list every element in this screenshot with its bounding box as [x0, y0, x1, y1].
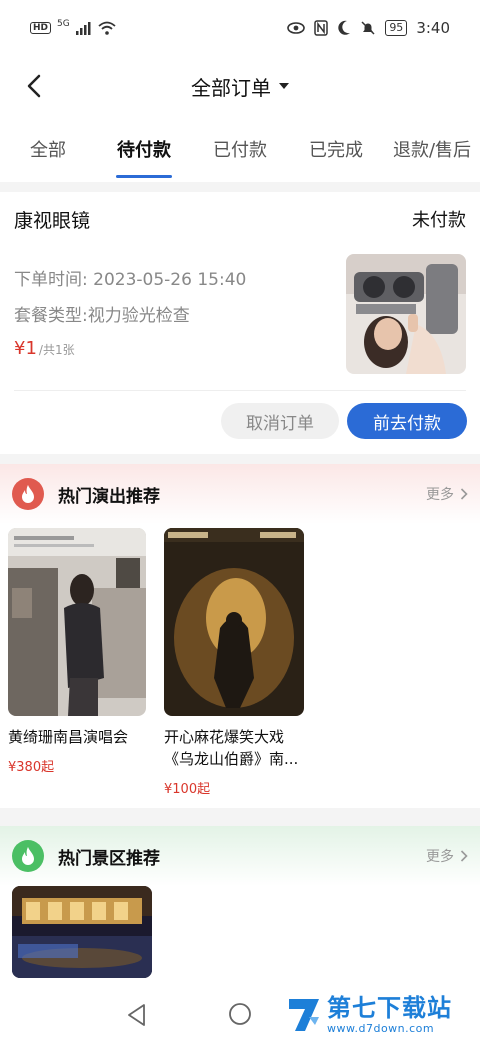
- order-info: 下单时间: 2023-05-26 15:40 套餐类型:视力验光检查 ¥1 /共…: [14, 262, 246, 368]
- back-button[interactable]: [14, 66, 54, 106]
- package-type: 套餐类型:视力验光检查: [14, 306, 190, 326]
- watermark-url: www.d7down.com: [327, 1022, 435, 1035]
- quantity: /共1张: [38, 343, 75, 357]
- clock: 3:40: [416, 19, 450, 37]
- header: 全部订单: [0, 56, 480, 116]
- more-label: 更多: [426, 487, 454, 503]
- chevron-right-icon: [460, 488, 468, 500]
- moon-icon: [338, 20, 351, 35]
- tab-completed[interactable]: 已完成: [288, 116, 384, 182]
- pay-now-button[interactable]: 前去付款: [347, 403, 467, 439]
- triangle-back-icon: [128, 1004, 145, 1026]
- more-label: 更多: [426, 849, 454, 865]
- flame-icon: [12, 840, 44, 872]
- cancel-order-button[interactable]: 取消订单: [221, 403, 339, 439]
- order-status: 未付款: [412, 210, 466, 231]
- order-card-header: 康视眼镜 未付款: [14, 204, 466, 234]
- chevron-left-icon: [27, 74, 41, 98]
- page-title: 全部订单: [191, 75, 271, 100]
- nav-home-button[interactable]: [228, 1002, 252, 1030]
- hot-scenic-title: 热门景区推荐: [58, 848, 160, 869]
- hot-shows-title: 热门演出推荐: [58, 486, 160, 507]
- tab-refund[interactable]: 退款/售后: [384, 116, 480, 182]
- hd-badge: HD: [30, 22, 52, 34]
- signal-label: 5G: [57, 19, 70, 29]
- nav-back-button[interactable]: [124, 1002, 150, 1032]
- logo-icon: [289, 999, 319, 1031]
- show-poster: [164, 528, 304, 716]
- hot-scenic-section: 热门景区推荐 更多: [0, 826, 480, 990]
- chevron-right-icon: [460, 850, 468, 862]
- order-filter-dropdown[interactable]: 全部订单: [191, 72, 289, 101]
- nfc-icon: [314, 20, 329, 36]
- status-left: HD 5G: [30, 19, 116, 35]
- show-poster: [8, 528, 146, 716]
- shop-name: 康视眼镜: [14, 209, 91, 232]
- watermark-logo: 第七下载站 www.d7down.com: [285, 992, 477, 1038]
- show-card[interactable]: 黄绮珊南昌演唱会 ¥380起: [8, 528, 148, 775]
- card-divider: [14, 390, 466, 391]
- show-name: 黄绮珊南昌演唱会: [8, 728, 129, 746]
- price-value: ¥1: [14, 338, 37, 359]
- watermark-text: 第七下载站 www.d7down.com: [327, 996, 452, 1034]
- hot-shows-section: 热门演出推荐 更多 黄绮珊南昌演唱会 ¥380起 开心麻花爆笑大戏《乌龙山伯爵》…: [0, 464, 480, 808]
- order-time: 下单时间: 2023-05-26 15:40: [14, 270, 247, 290]
- status-bar: HD 5G 95 3:40: [0, 0, 480, 56]
- status-right: 95 3:40: [287, 19, 450, 37]
- tab-all[interactable]: 全部: [0, 116, 96, 182]
- tab-pending-payment[interactable]: 待付款: [96, 116, 192, 182]
- scenic-image[interactable]: [12, 886, 152, 978]
- flame-icon: [12, 478, 44, 510]
- hot-scenic-header: 热门景区推荐 更多: [0, 826, 480, 886]
- circle-home-icon: [229, 1003, 251, 1025]
- hot-shows-header: 热门演出推荐 更多: [0, 464, 480, 524]
- eye-icon: [287, 22, 306, 34]
- show-name: 开心麻花爆笑大戏《乌龙山伯爵》南...: [164, 728, 299, 768]
- order-tabs: 全部 待付款 已付款 已完成 退款/售后: [0, 116, 480, 182]
- battery-indicator: 95: [385, 20, 408, 36]
- hot-shows-more-link[interactable]: 更多: [426, 484, 468, 504]
- show-price: ¥380起: [8, 760, 55, 775]
- order-card[interactable]: 康视眼镜 未付款 下单时间: 2023-05-26 15:40 套餐类型:视力验…: [0, 192, 480, 454]
- watermark-main-text: 第七下载站: [327, 994, 452, 1022]
- show-card[interactable]: 开心麻花爆笑大戏《乌龙山伯爵》南... ¥100起: [164, 528, 304, 797]
- tab-paid[interactable]: 已付款: [192, 116, 288, 182]
- product-image: [346, 254, 466, 374]
- order-price: ¥1 /共1张: [14, 338, 246, 368]
- signal-icon: [75, 22, 91, 35]
- mute-bell-icon: [361, 21, 375, 35]
- hot-scenic-more-link[interactable]: 更多: [426, 846, 468, 866]
- wifi-icon: [98, 21, 116, 35]
- show-price: ¥100起: [164, 782, 211, 797]
- caret-down-icon: [279, 83, 289, 89]
